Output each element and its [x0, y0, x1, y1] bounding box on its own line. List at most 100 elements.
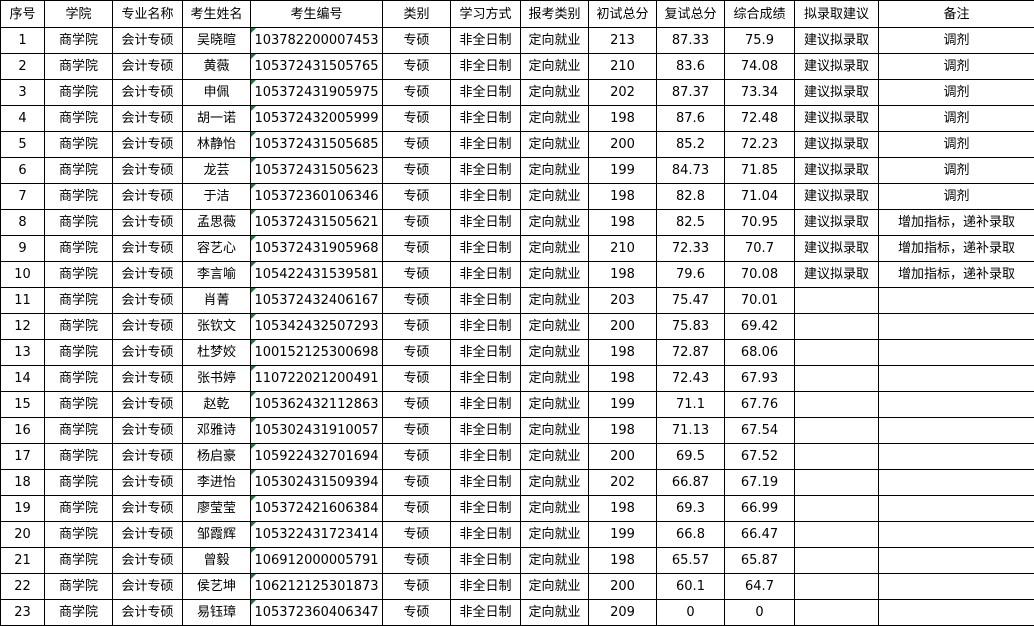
cell-college[interactable]: 商学院 — [45, 366, 113, 392]
cell-remarks[interactable] — [879, 548, 1034, 574]
cell-category[interactable]: 专硕 — [383, 28, 451, 54]
cell-remarks[interactable]: 调剂 — [879, 106, 1034, 132]
cell-retest-score[interactable]: 71.1 — [657, 392, 725, 418]
cell-category[interactable]: 专硕 — [383, 366, 451, 392]
col-header-category[interactable]: 类别 — [383, 1, 451, 28]
col-header-exam-id[interactable]: 考生编号 — [251, 1, 383, 28]
cell-major[interactable]: 会计专硕 — [113, 158, 183, 184]
cell-retest-score[interactable]: 72.43 — [657, 366, 725, 392]
cell-college[interactable]: 商学院 — [45, 80, 113, 106]
cell-exam-id[interactable]: 105372431505623 — [251, 158, 383, 184]
cell-college[interactable]: 商学院 — [45, 470, 113, 496]
cell-remarks[interactable] — [879, 392, 1034, 418]
cell-remarks[interactable]: 调剂 — [879, 54, 1034, 80]
cell-total-score[interactable]: 72.48 — [725, 106, 795, 132]
cell-apply-type[interactable]: 定向就业 — [521, 288, 589, 314]
cell-college[interactable]: 商学院 — [45, 236, 113, 262]
cell-study-mode[interactable]: 非全日制 — [451, 600, 521, 626]
cell-category[interactable]: 专硕 — [383, 496, 451, 522]
cell-category[interactable]: 专硕 — [383, 574, 451, 600]
cell-index[interactable]: 12 — [1, 314, 45, 340]
cell-exam-id[interactable]: 105372431905968 — [251, 236, 383, 262]
cell-major[interactable]: 会计专硕 — [113, 470, 183, 496]
cell-college[interactable]: 商学院 — [45, 340, 113, 366]
cell-recommendation[interactable] — [795, 470, 879, 496]
cell-major[interactable]: 会计专硕 — [113, 444, 183, 470]
cell-study-mode[interactable]: 非全日制 — [451, 314, 521, 340]
cell-study-mode[interactable]: 非全日制 — [451, 392, 521, 418]
cell-college[interactable]: 商学院 — [45, 184, 113, 210]
cell-exam-id[interactable]: 105372360106346 — [251, 184, 383, 210]
cell-exam-id[interactable]: 105322431723414 — [251, 522, 383, 548]
cell-initial-score[interactable]: 200 — [589, 132, 657, 158]
cell-recommendation[interactable]: 建议拟录取 — [795, 262, 879, 288]
cell-index[interactable]: 15 — [1, 392, 45, 418]
cell-college[interactable]: 商学院 — [45, 522, 113, 548]
cell-major[interactable]: 会计专硕 — [113, 106, 183, 132]
cell-study-mode[interactable]: 非全日制 — [451, 548, 521, 574]
cell-study-mode[interactable]: 非全日制 — [451, 184, 521, 210]
cell-study-mode[interactable]: 非全日制 — [451, 54, 521, 80]
cell-study-mode[interactable]: 非全日制 — [451, 418, 521, 444]
cell-major[interactable]: 会计专硕 — [113, 210, 183, 236]
cell-initial-score[interactable]: 198 — [589, 262, 657, 288]
cell-recommendation[interactable] — [795, 392, 879, 418]
cell-major[interactable]: 会计专硕 — [113, 236, 183, 262]
cell-remarks[interactable]: 调剂 — [879, 132, 1034, 158]
cell-apply-type[interactable]: 定向就业 — [521, 184, 589, 210]
cell-retest-score[interactable]: 87.33 — [657, 28, 725, 54]
cell-initial-score[interactable]: 203 — [589, 288, 657, 314]
cell-index[interactable]: 10 — [1, 262, 45, 288]
cell-total-score[interactable]: 70.95 — [725, 210, 795, 236]
cell-exam-id[interactable]: 105922432701694 — [251, 444, 383, 470]
cell-major[interactable]: 会计专硕 — [113, 28, 183, 54]
cell-initial-score[interactable]: 202 — [589, 80, 657, 106]
cell-college[interactable]: 商学院 — [45, 444, 113, 470]
cell-total-score[interactable]: 69.42 — [725, 314, 795, 340]
cell-retest-score[interactable]: 85.2 — [657, 132, 725, 158]
cell-category[interactable]: 专硕 — [383, 340, 451, 366]
cell-retest-score[interactable]: 72.33 — [657, 236, 725, 262]
cell-major[interactable]: 会计专硕 — [113, 392, 183, 418]
cell-index[interactable]: 6 — [1, 158, 45, 184]
cell-recommendation[interactable]: 建议拟录取 — [795, 184, 879, 210]
cell-college[interactable]: 商学院 — [45, 418, 113, 444]
cell-exam-id[interactable]: 106912000005791 — [251, 548, 383, 574]
cell-name[interactable]: 龙芸 — [183, 158, 251, 184]
cell-retest-score[interactable]: 83.6 — [657, 54, 725, 80]
cell-college[interactable]: 商学院 — [45, 496, 113, 522]
cell-exam-id[interactable]: 110722021200491 — [251, 366, 383, 392]
cell-index[interactable]: 11 — [1, 288, 45, 314]
cell-college[interactable]: 商学院 — [45, 158, 113, 184]
cell-name[interactable]: 容艺心 — [183, 236, 251, 262]
cell-recommendation[interactable] — [795, 496, 879, 522]
cell-remarks[interactable] — [879, 366, 1034, 392]
cell-name[interactable]: 张钦文 — [183, 314, 251, 340]
cell-exam-id[interactable]: 105302431509394 — [251, 470, 383, 496]
cell-apply-type[interactable]: 定向就业 — [521, 54, 589, 80]
cell-total-score[interactable]: 70.01 — [725, 288, 795, 314]
cell-apply-type[interactable]: 定向就业 — [521, 314, 589, 340]
cell-recommendation[interactable] — [795, 522, 879, 548]
col-header-index[interactable]: 序号 — [1, 1, 45, 28]
cell-college[interactable]: 商学院 — [45, 288, 113, 314]
col-header-total-score[interactable]: 综合成绩 — [725, 1, 795, 28]
cell-apply-type[interactable]: 定向就业 — [521, 418, 589, 444]
cell-initial-score[interactable]: 198 — [589, 366, 657, 392]
cell-recommendation[interactable] — [795, 366, 879, 392]
cell-exam-id[interactable]: 105372360406347 — [251, 600, 383, 626]
cell-category[interactable]: 专硕 — [383, 522, 451, 548]
cell-total-score[interactable]: 66.47 — [725, 522, 795, 548]
cell-remarks[interactable]: 增加指标，递补录取 — [879, 262, 1034, 288]
col-header-college[interactable]: 学院 — [45, 1, 113, 28]
cell-name[interactable]: 李言喻 — [183, 262, 251, 288]
cell-exam-id[interactable]: 105372432406167 — [251, 288, 383, 314]
cell-initial-score[interactable]: 198 — [589, 418, 657, 444]
cell-major[interactable]: 会计专硕 — [113, 418, 183, 444]
cell-index[interactable]: 13 — [1, 340, 45, 366]
cell-recommendation[interactable]: 建议拟录取 — [795, 106, 879, 132]
cell-study-mode[interactable]: 非全日制 — [451, 470, 521, 496]
cell-initial-score[interactable]: 213 — [589, 28, 657, 54]
cell-retest-score[interactable]: 66.8 — [657, 522, 725, 548]
cell-name[interactable]: 黄薇 — [183, 54, 251, 80]
